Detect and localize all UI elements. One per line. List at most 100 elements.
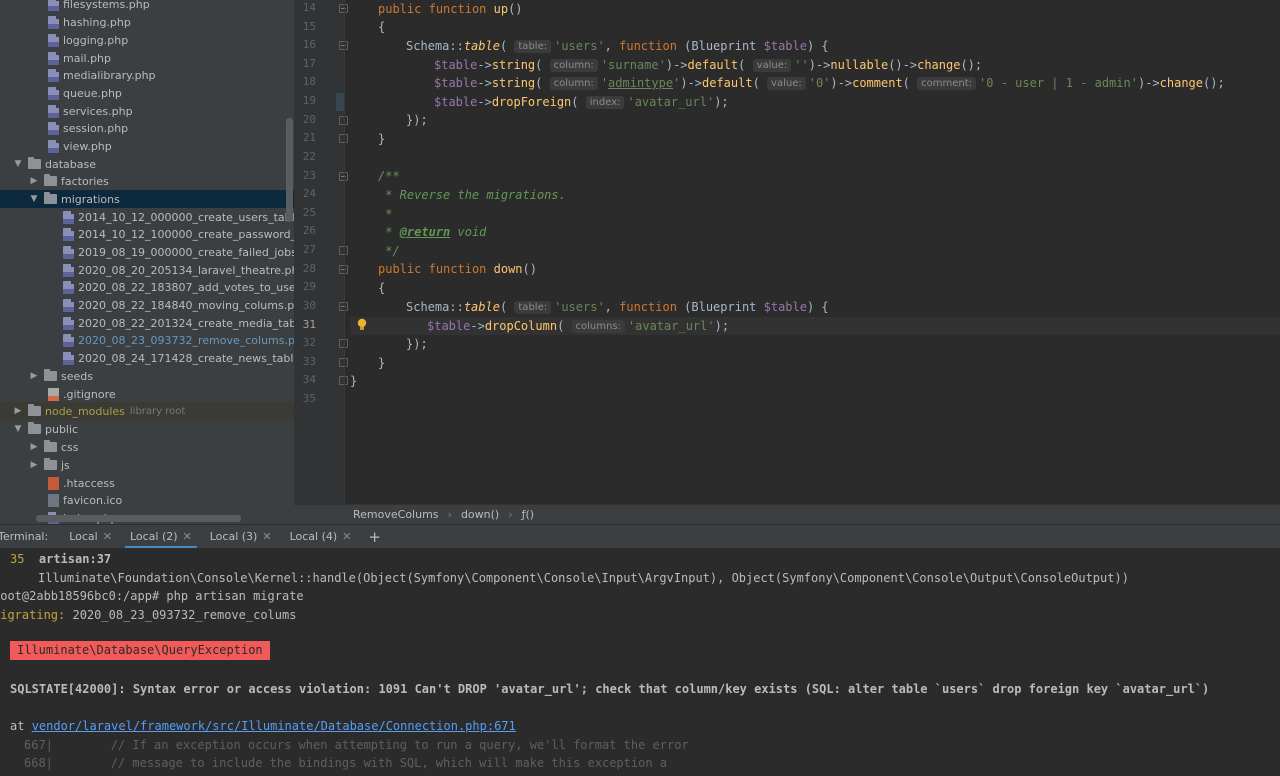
doc-comment-line[interactable]: * bbox=[378, 205, 392, 223]
php-file-icon bbox=[48, 15, 59, 29]
add-tab-button[interactable]: + bbox=[368, 528, 381, 546]
shell-command-line: root@2abb18596bc0:/app# php artisan migr… bbox=[0, 589, 304, 603]
tab-local-3[interactable]: Local (3) ✕ bbox=[205, 525, 277, 549]
code-line[interactable]: }); bbox=[406, 111, 428, 129]
line-number: 22 bbox=[302, 150, 316, 163]
tree-vertical-scrollbar[interactable] bbox=[286, 118, 293, 222]
breadcrumb-item-method[interactable]: down() bbox=[461, 508, 499, 521]
code-editor[interactable]: 14 15 16 17 18 19 20 21 22 23 24 25 26 2… bbox=[294, 0, 1280, 504]
doc-comment-line[interactable]: * @return void bbox=[378, 223, 486, 241]
tree-folder-js[interactable]: ▶ js bbox=[0, 456, 294, 474]
code-line[interactable]: public function up() bbox=[378, 0, 523, 18]
code-line[interactable]: { bbox=[378, 279, 385, 297]
tree-item-mail[interactable]: mail.php bbox=[0, 49, 294, 67]
tree-folder-node-modules[interactable]: ▶ node_modules library root bbox=[0, 402, 294, 420]
line-number: 15 bbox=[302, 20, 316, 33]
tree-item-label: 2020_08_22_184840_moving_colums.php bbox=[78, 298, 294, 312]
line-number: 20 bbox=[302, 113, 316, 126]
change-marker[interactable] bbox=[336, 93, 344, 111]
breadcrumb-item-class[interactable]: RemoveColums bbox=[353, 508, 439, 521]
chevron-right-icon[interactable]: ▶ bbox=[29, 442, 39, 452]
tree-folder-factories[interactable]: ▶ factories bbox=[0, 172, 294, 190]
tab-local-4[interactable]: Local (4) ✕ bbox=[285, 525, 357, 549]
tree-item-migration[interactable]: 2020_08_20_205134_laravel_theatre.php bbox=[0, 261, 294, 279]
doc-comment-line[interactable]: * Reverse the migrations. bbox=[378, 186, 566, 204]
tree-item-migration[interactable]: 2019_08_19_000000_create_failed_jobs_tab… bbox=[0, 243, 294, 261]
code-line[interactable]: $table->string( column:'admintype')->def… bbox=[434, 74, 1225, 92]
line-number: 29 bbox=[302, 280, 316, 293]
chevron-right-icon[interactable]: ▶ bbox=[29, 176, 39, 186]
tree-item-logging[interactable]: logging.php bbox=[0, 31, 294, 49]
tree-horizontal-scrollbar[interactable] bbox=[36, 515, 241, 522]
terminal-title: Terminal: bbox=[0, 530, 49, 543]
tree-folder-database[interactable]: ▼ database bbox=[0, 155, 294, 173]
tree-item-hashing[interactable]: hashing.php bbox=[0, 13, 294, 31]
doc-comment-line[interactable]: /** bbox=[378, 167, 400, 185]
tree-item-label: database bbox=[45, 157, 96, 171]
code-line[interactable]: } bbox=[350, 372, 357, 390]
terminal-output[interactable]: 35 artisan:37 Illuminate\Foundation\Cons… bbox=[0, 548, 1280, 776]
tree-item-services[interactable]: services.php bbox=[0, 102, 294, 120]
close-icon[interactable]: ✕ bbox=[103, 530, 112, 543]
tree-item-migration[interactable]: 2014_10_12_000000_create_users_table.php bbox=[0, 208, 294, 226]
tree-folder-migrations[interactable]: ▼ migrations bbox=[0, 190, 294, 208]
tree-item-queue[interactable]: queue.php bbox=[0, 84, 294, 102]
chevron-right-icon[interactable]: ▶ bbox=[29, 371, 39, 381]
code-line[interactable]: public function down() bbox=[378, 260, 537, 278]
php-file-icon bbox=[63, 263, 74, 277]
lightbulb-icon[interactable] bbox=[357, 318, 367, 332]
folder-icon bbox=[44, 369, 57, 381]
line-number: 14 bbox=[302, 1, 316, 14]
line-number: 18 bbox=[302, 75, 316, 88]
tree-item-label: session.php bbox=[63, 121, 129, 135]
tree-item-label: hashing.php bbox=[63, 15, 131, 29]
chevron-right-icon[interactable]: ▶ bbox=[29, 460, 39, 470]
close-icon[interactable]: ✕ bbox=[183, 530, 192, 543]
tree-folder-css[interactable]: ▶ css bbox=[0, 438, 294, 456]
project-tree[interactable]: filesystems.php hashing.php logging.php … bbox=[0, 0, 294, 524]
tree-folder-seeds[interactable]: ▶ seeds bbox=[0, 367, 294, 385]
chevron-right-icon[interactable]: ▶ bbox=[13, 406, 23, 416]
chevron-down-icon[interactable]: ▼ bbox=[13, 424, 23, 434]
close-icon[interactable]: ✕ bbox=[342, 530, 351, 543]
tree-item-migration[interactable]: 2020_08_24_171428_create_news_table.php bbox=[0, 349, 294, 367]
param-hint: column: bbox=[549, 59, 598, 72]
tree-item-migration[interactable]: 2020_08_22_184840_moving_colums.php bbox=[0, 296, 294, 314]
doc-comment-line[interactable]: */ bbox=[378, 242, 399, 260]
source-link[interactable]: vendor/laravel/framework/src/Illuminate/… bbox=[32, 719, 516, 733]
chevron-down-icon[interactable]: ▼ bbox=[13, 159, 23, 169]
code-line[interactable]: { bbox=[378, 18, 385, 36]
code-line[interactable]: Schema::table( table:'users', function (… bbox=[406, 37, 829, 55]
code-line[interactable]: Schema::table( table:'users', function (… bbox=[406, 298, 829, 316]
tree-item-session[interactable]: session.php bbox=[0, 119, 294, 137]
code-line[interactable]: } bbox=[378, 354, 385, 372]
code-line[interactable]: }); bbox=[406, 335, 428, 353]
tree-item-medialibrary[interactable]: medialibrary.php bbox=[0, 66, 294, 84]
tree-item-label: 2014_10_12_100000_create_password_resets… bbox=[78, 227, 294, 241]
tree-item-migration[interactable]: 2020_08_22_201324_create_media_table.php bbox=[0, 314, 294, 332]
folder-icon bbox=[44, 174, 57, 186]
line-number: 23 bbox=[302, 169, 316, 182]
tree-item-gitignore[interactable]: .gitignore bbox=[0, 385, 294, 403]
tree-item-migration[interactable]: 2014_10_12_100000_create_password_resets… bbox=[0, 225, 294, 243]
tree-folder-public[interactable]: ▼ public bbox=[0, 420, 294, 438]
tree-item-filesystems[interactable]: filesystems.php bbox=[0, 0, 294, 13]
code-line[interactable]: } bbox=[378, 130, 385, 148]
tab-local[interactable]: Local ✕ bbox=[64, 525, 117, 549]
code-line[interactable]: $table->string( column:'surname')->defau… bbox=[434, 56, 982, 74]
tree-item-migration-current[interactable]: 2020_08_23_093732_remove_colums.php bbox=[0, 331, 294, 349]
code-line-current[interactable]: $table->dropColumn( columns:'avatar_url'… bbox=[427, 317, 729, 335]
close-icon[interactable]: ✕ bbox=[262, 530, 271, 543]
tree-item-favicon[interactable]: favicon.ico bbox=[0, 491, 294, 509]
code-line[interactable]: $table->dropForeign( index:'avatar_url')… bbox=[434, 93, 729, 111]
tree-item-htaccess[interactable]: .htaccess bbox=[0, 474, 294, 492]
chevron-down-icon[interactable]: ▼ bbox=[29, 194, 39, 204]
tree-item-migration[interactable]: 2020_08_22_183807_add_votes_to_users_tab… bbox=[0, 278, 294, 296]
tab-local-2[interactable]: Local (2) ✕ bbox=[124, 525, 197, 549]
param-hint: comment: bbox=[917, 77, 977, 90]
tree-item-view[interactable]: view.php bbox=[0, 137, 294, 155]
line-number: 27 bbox=[302, 243, 316, 256]
breadcrumb-item-closure[interactable]: ƒ() bbox=[522, 508, 534, 521]
tree-item-label: 2014_10_12_000000_create_users_table.php bbox=[78, 210, 294, 224]
source-snippet-line: 668| // message to include the bindings … bbox=[24, 756, 667, 770]
